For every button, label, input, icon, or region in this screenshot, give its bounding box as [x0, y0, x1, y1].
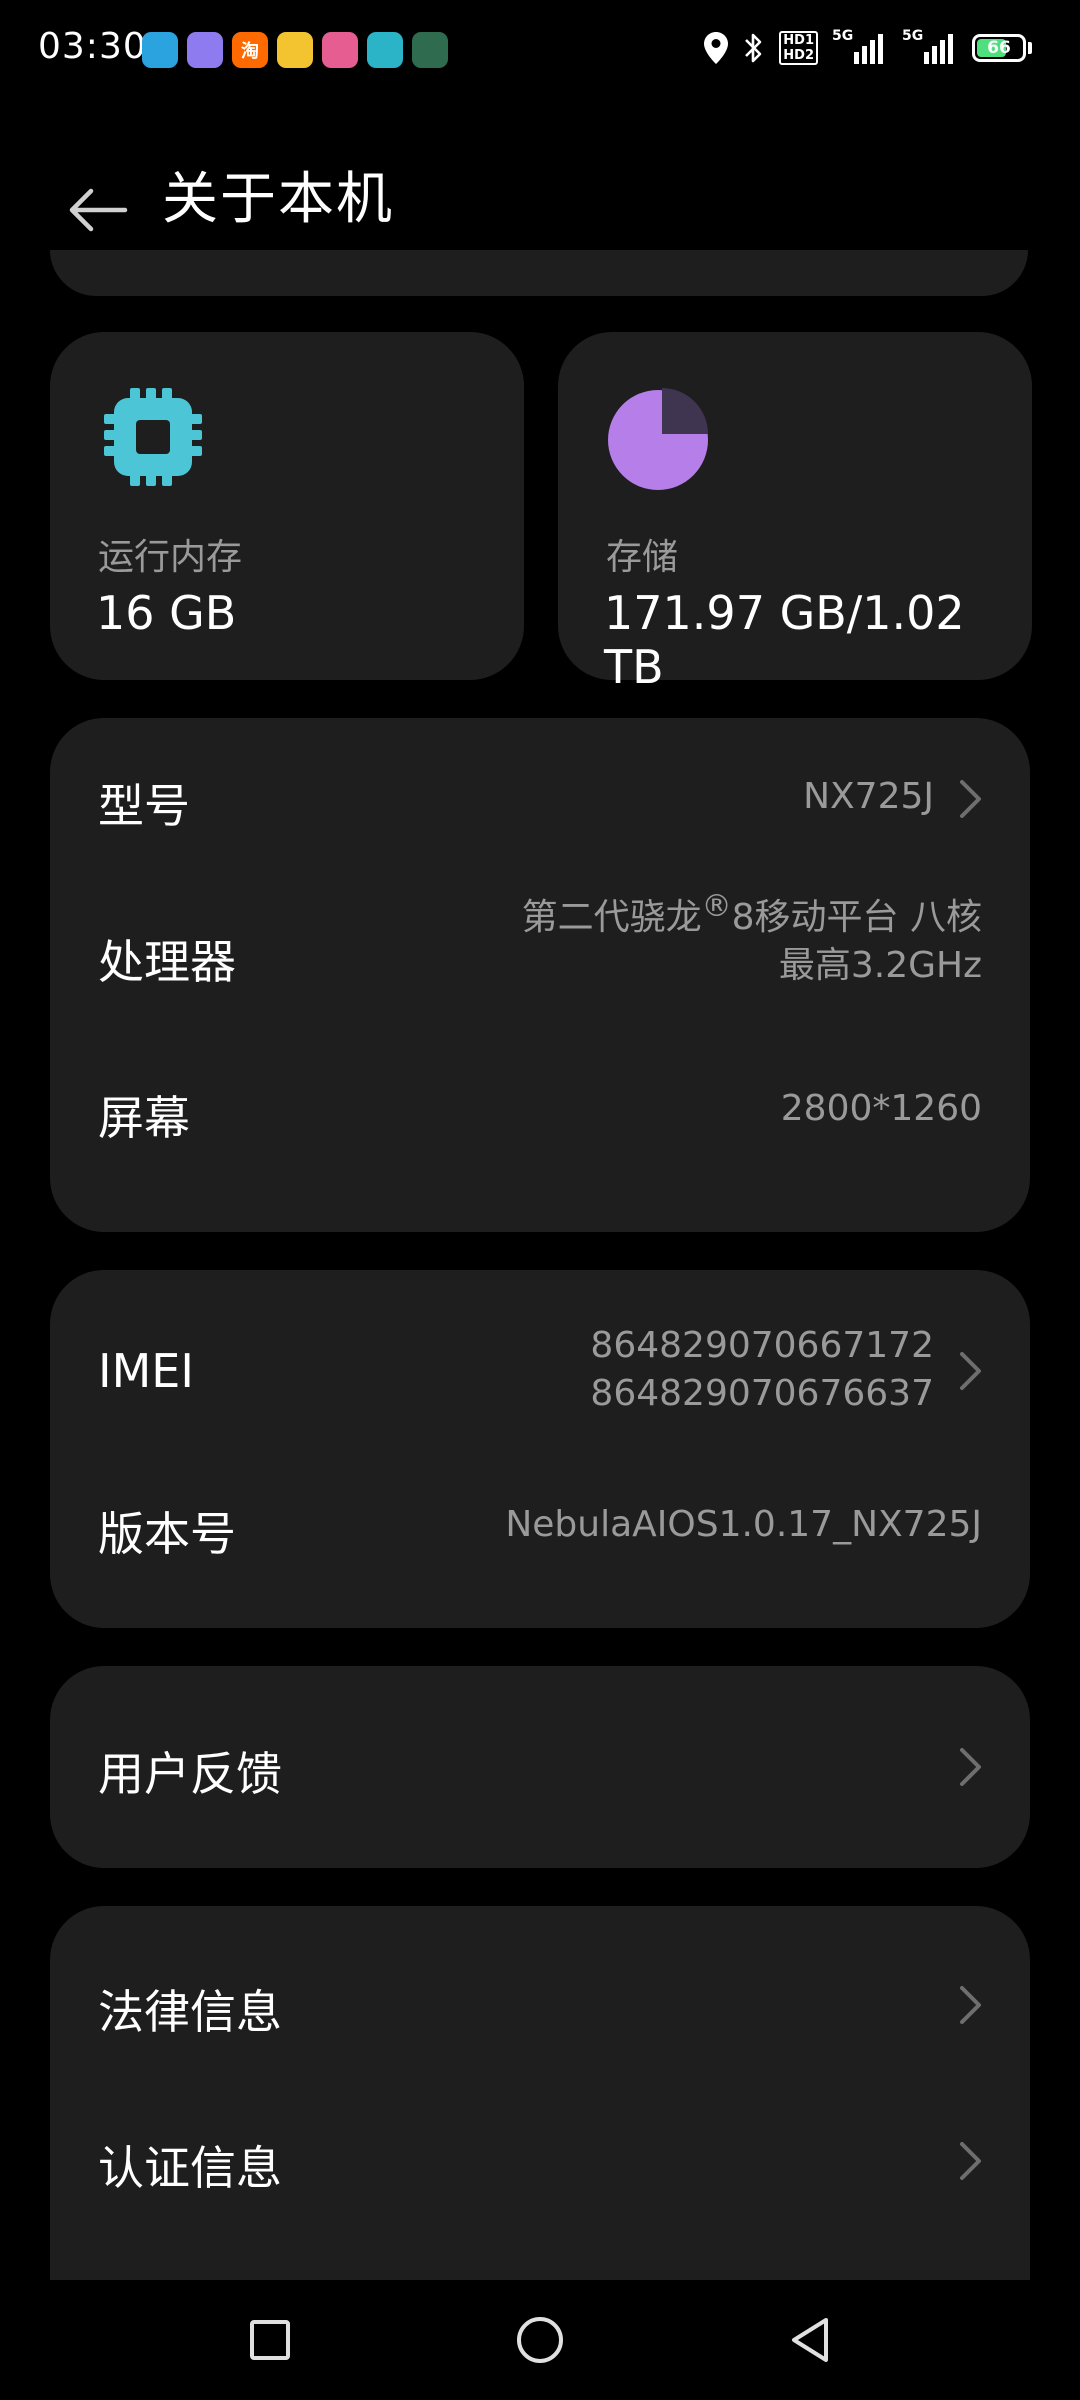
- back-button[interactable]: [58, 170, 138, 250]
- signal-icon-sim1: 5G: [832, 28, 888, 66]
- imei-value: 864829070667172 864829070676637: [590, 1322, 934, 1418]
- location-icon: [703, 31, 729, 65]
- hd-top-label: HD1: [783, 33, 814, 48]
- storage-card[interactable]: 存储 171.97 GB/1.02 TB: [558, 332, 1032, 694]
- page-title: 关于本机: [162, 167, 394, 232]
- imei-value-1: 864829070667172: [590, 1325, 934, 1366]
- battery-icon: 66: [972, 34, 1032, 62]
- recents-button[interactable]: [234, 2304, 306, 2376]
- pie-chart-icon: [608, 388, 708, 490]
- imei-value-2: 864829070676637: [590, 1373, 934, 1414]
- home-button[interactable]: [504, 2304, 576, 2376]
- cartoon-app-icon: [277, 32, 313, 68]
- shield-app-icon: [367, 32, 403, 68]
- chevron-right-icon: [960, 780, 981, 818]
- ram-value: 16 GB: [96, 586, 237, 640]
- battery-level: 66: [987, 38, 1011, 58]
- taobao-icon: 淘: [232, 32, 268, 68]
- model-label: 型号: [98, 779, 190, 833]
- legal-info-row[interactable]: 法律信息: [50, 1906, 1030, 2066]
- status-time: 03:30: [38, 26, 147, 67]
- chevron-right-icon: [960, 1748, 981, 1786]
- bluetooth-icon: [743, 31, 765, 65]
- storage-value: 171.97 GB/1.02 TB: [604, 586, 965, 694]
- processor-value-line2: 最高3.2GHz: [778, 945, 982, 986]
- legal-info-label: 法律信息: [98, 1985, 282, 2039]
- processor-value: 第二代骁龙®8移动平台 八核 最高3.2GHz: [521, 889, 982, 990]
- identity-card: IMEI 864829070667172 864829070676637 版本号…: [50, 1270, 1030, 1628]
- processor-label: 处理器: [98, 935, 236, 989]
- feedback-label: 用户反馈: [98, 1747, 282, 1801]
- imei-label: IMEI: [98, 1344, 194, 1398]
- screen-value: 2800*1260: [780, 1088, 982, 1129]
- certification-row[interactable]: 认证信息: [50, 2066, 1030, 2226]
- chevron-right-icon: [960, 1352, 981, 1390]
- status-bar: 03:30 淘 HD1 HD2 5G 5G 66: [0, 0, 1080, 100]
- square-icon: [250, 2320, 290, 2360]
- processor-value-line1: 第二代骁龙®8移动平台 八核: [521, 889, 982, 939]
- hd-voice-icon: HD1 HD2: [779, 31, 818, 65]
- cloud-app-icon: [187, 32, 223, 68]
- feedback-card[interactable]: 用户反馈: [50, 1666, 1030, 1868]
- signal-icon-sim2: 5G: [902, 28, 958, 66]
- pink-app-icon: [322, 32, 358, 68]
- back-nav-button[interactable]: [774, 2304, 846, 2376]
- version-value: NebulaAIOS1.0.17_NX725J: [505, 1504, 982, 1545]
- back-arrow-icon: [69, 188, 128, 232]
- notification-icons: 淘: [142, 32, 457, 68]
- legal-card: 法律信息 认证信息: [50, 1906, 1030, 2326]
- ram-card: 运行内存 16 GB: [50, 332, 524, 680]
- storage-label: 存储: [606, 537, 679, 578]
- imei-row[interactable]: IMEI 864829070667172 864829070676637: [50, 1270, 1030, 1450]
- chevron-right-icon: [960, 2142, 981, 2180]
- chip-icon: [104, 388, 202, 486]
- circle-icon: [517, 2317, 563, 2363]
- certification-label: 认证信息: [98, 2141, 282, 2195]
- ram-label: 运行内存: [98, 537, 243, 578]
- triangle-back-icon: [792, 2318, 828, 2362]
- processor-row: 处理器 第二代骁龙®8移动平台 八核 最高3.2GHz: [50, 878, 1030, 1038]
- version-row: 版本号 NebulaAIOS1.0.17_NX725J: [50, 1450, 1030, 1628]
- chevron-right-icon: [960, 1986, 981, 2024]
- model-row[interactable]: 型号 NX725J: [50, 718, 1030, 878]
- system-icons: HD1 HD2 5G 5G 66: [689, 28, 1032, 66]
- navigation-bar: [0, 2280, 1080, 2400]
- device-name-card[interactable]: [50, 250, 1028, 296]
- version-label: 版本号: [98, 1507, 236, 1561]
- device-info-card: 型号 NX725J 处理器 第二代骁龙®8移动平台 八核 最高3.2GHz 屏幕…: [50, 718, 1030, 1232]
- model-value: NX725J: [803, 776, 934, 817]
- screen-label: 屏幕: [98, 1091, 190, 1145]
- telegram-icon: [142, 32, 178, 68]
- hd-bottom-label: HD2: [783, 48, 814, 63]
- avatar-app-icon: [412, 32, 448, 68]
- screen-row: 屏幕 2800*1260: [50, 1038, 1030, 1198]
- header: 关于本机: [0, 130, 1080, 260]
